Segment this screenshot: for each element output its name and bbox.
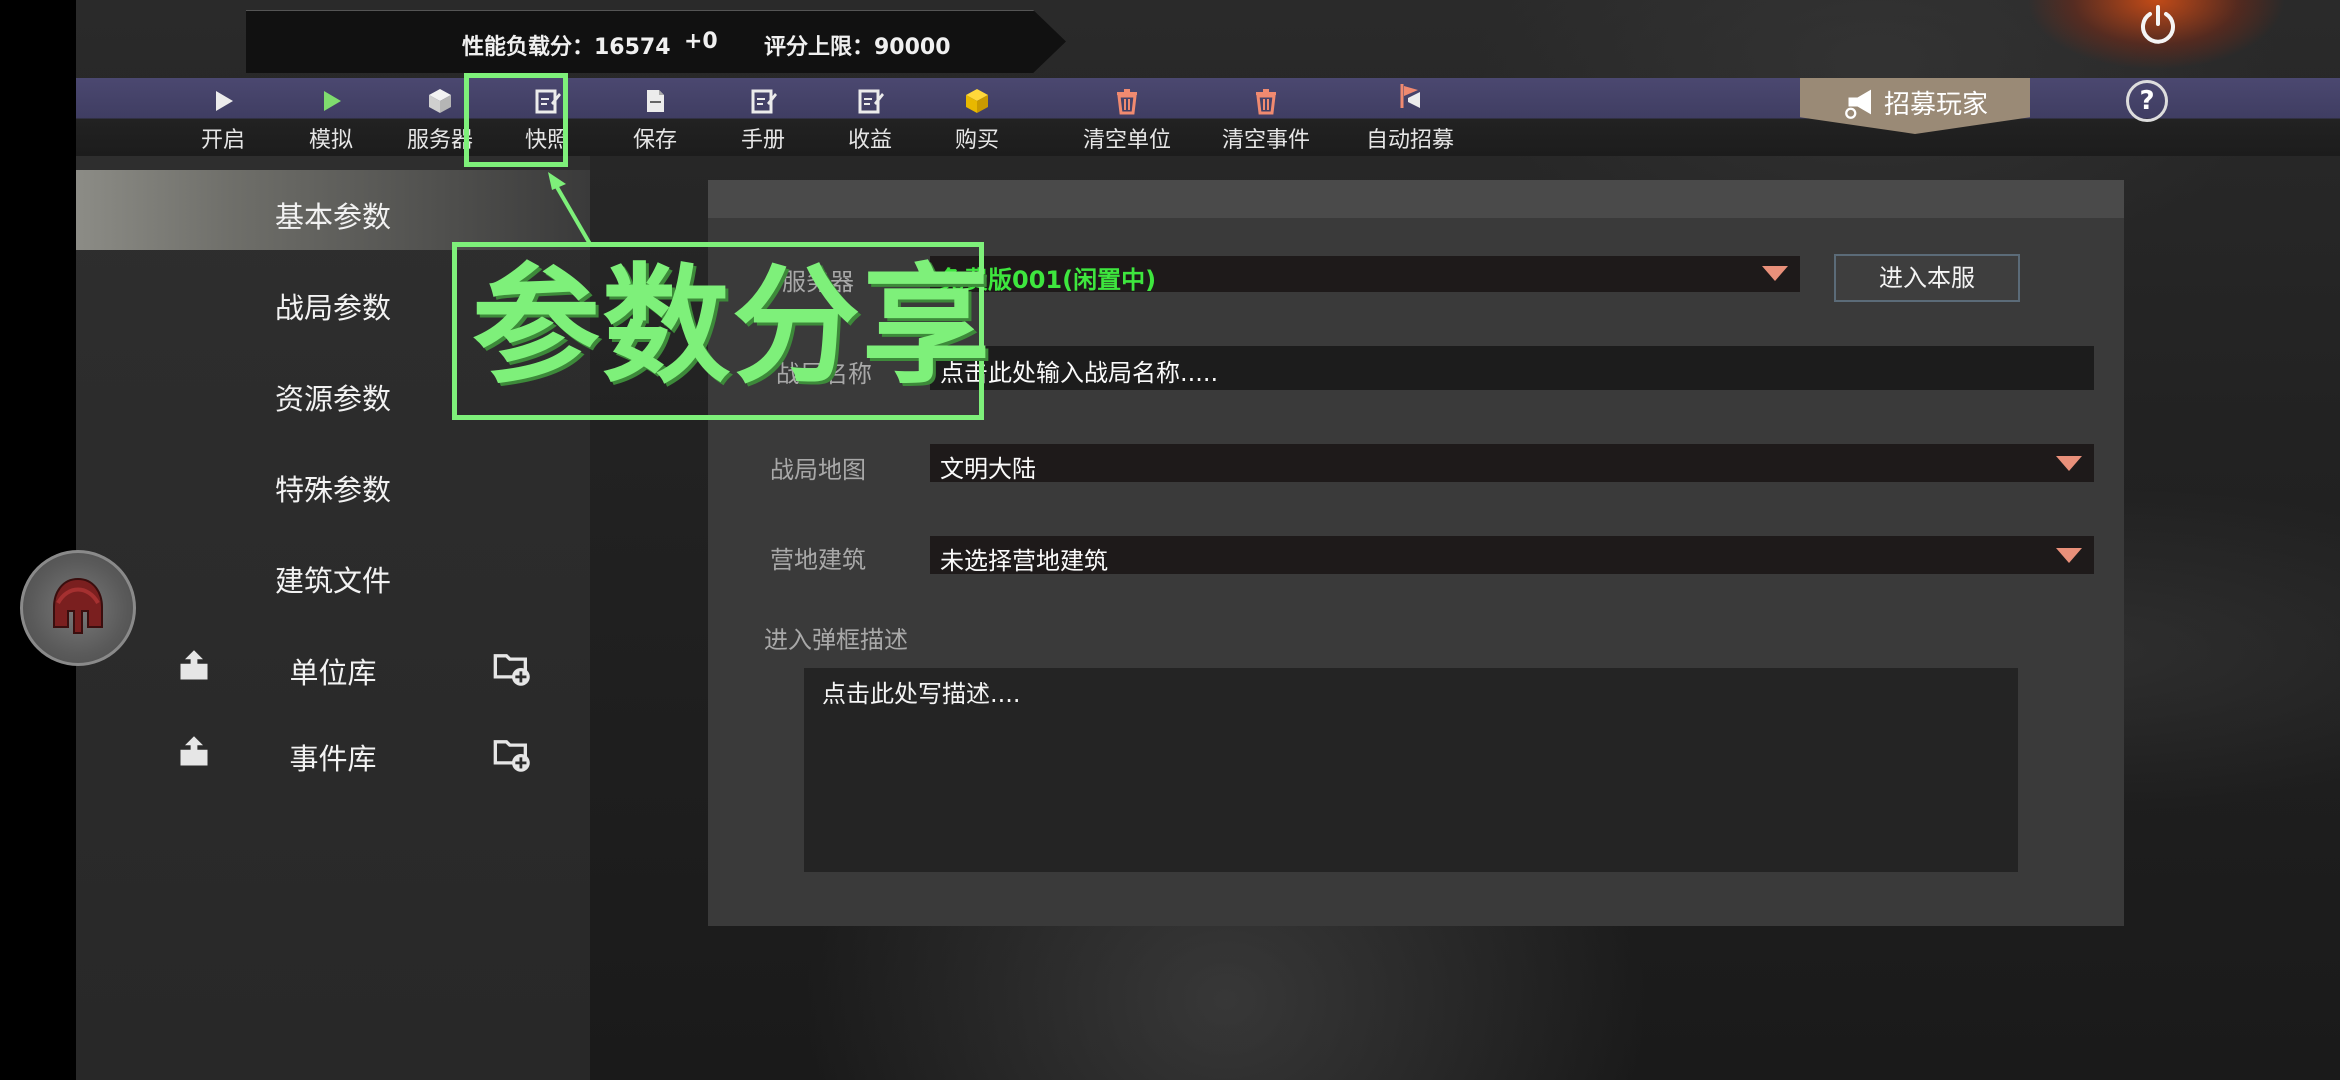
sidebar-item-building-files[interactable]: 建筑文件 [76,534,590,614]
cube-icon [429,89,451,113]
clear-events-label: 清空事件 [1221,128,1310,153]
simulate-label: 模拟 [308,128,353,153]
power-icon [2141,5,2175,44]
snapshot-highlight-box [464,73,568,167]
chevron-down-icon [1762,266,1788,281]
help-button[interactable]: ? [2126,80,2168,122]
battle-map-select[interactable]: 文明大陆 [930,444,2094,483]
server-select[interactable]: 免费版001(闲置中) [930,256,1800,294]
document-icon [647,90,664,112]
buy-label: 购买 [954,128,999,153]
perf-delta-text: +0 [684,29,718,54]
floating-helmet-button[interactable] [20,550,136,666]
power-button[interactable] [2136,4,2180,48]
megaphone-icon [1845,89,1871,119]
battle-map-label: 战局地图 [770,456,866,484]
spartan-helmet-icon [53,577,103,634]
megaphone-flag-icon [1400,84,1420,108]
play-icon [216,91,233,111]
pointer-arrow-icon [548,172,592,246]
clear-events-button[interactable]: 清空事件 [1198,78,1334,156]
battle-name-input[interactable]: 点击此处输入战局名称..... [930,346,2094,390]
trash-icon [1256,89,1276,115]
play-green-icon [324,91,341,111]
income-label: 收益 [847,128,892,153]
popup-description-placeholder: 点击此处写描述.... [822,680,1021,708]
auto-recruit-button[interactable]: 自动招募 [1342,78,1478,156]
score-banner: 性能负载分：16574 +0 评分上限：90000 [246,10,1066,73]
gold-cube-icon [966,89,988,113]
clear-units-button[interactable]: 清空单位 [1059,78,1195,156]
recruit-players-label: 招募玩家 [1884,90,1989,120]
save-label: 保存 [632,128,677,153]
clear-units-label: 清空单位 [1082,128,1171,153]
help-icon: ? [2139,86,2155,116]
manual-button[interactable]: 手册 [708,78,818,156]
note-edit-icon [751,89,777,114]
score-cap-text: 评分上限：90000 [764,35,951,60]
sidebar-item-basic-params[interactable]: 基本参数 [76,170,590,250]
sidebar-item-label: 特殊参数 [274,473,391,507]
popup-description-label: 进入弹框描述 [764,626,908,654]
camp-building-label: 营地建筑 [770,546,866,574]
event-library-row: 事件库 [76,718,590,788]
manual-label: 手册 [740,128,785,153]
perf-load-text: 性能负载分：16574 [462,35,671,60]
start-label: 开启 [200,128,245,153]
camp-building-value: 未选择营地建筑 [940,547,1108,575]
start-button[interactable]: 开启 [168,78,278,156]
add-folder-icon[interactable] [492,648,532,688]
game-scene-background: 性能负载分：16574 +0 评分上限：90000 开启 模拟 服务器 快照 保… [76,0,2340,1080]
unit-library-row: 单位库 [76,632,590,702]
camp-building-select[interactable]: 未选择营地建筑 [930,536,2094,575]
sidebar-item-label: 基本参数 [274,200,391,234]
popup-description-textarea[interactable]: 点击此处写描述.... [804,668,2018,872]
note-edit-icon [858,89,884,114]
save-button[interactable]: 保存 [600,78,710,156]
form-panel-header [708,180,2124,218]
simulate-button[interactable]: 模拟 [276,78,386,156]
add-folder-icon[interactable] [492,734,532,774]
chevron-down-icon [2056,456,2082,471]
buy-button[interactable]: 购买 [922,78,1032,156]
enter-server-button[interactable]: 进入本服 [1834,254,2020,302]
battle-map-value: 文明大陆 [940,455,1036,483]
trash-icon [1117,89,1137,115]
income-button[interactable]: 收益 [815,78,925,156]
chevron-down-icon [2056,548,2082,563]
auto-recruit-label: 自动招募 [1365,128,1454,153]
sidebar-item-special-params[interactable]: 特殊参数 [76,443,590,523]
sidebar-item-label: 建筑文件 [274,564,391,598]
callout-title: 参数分享 [472,252,993,401]
